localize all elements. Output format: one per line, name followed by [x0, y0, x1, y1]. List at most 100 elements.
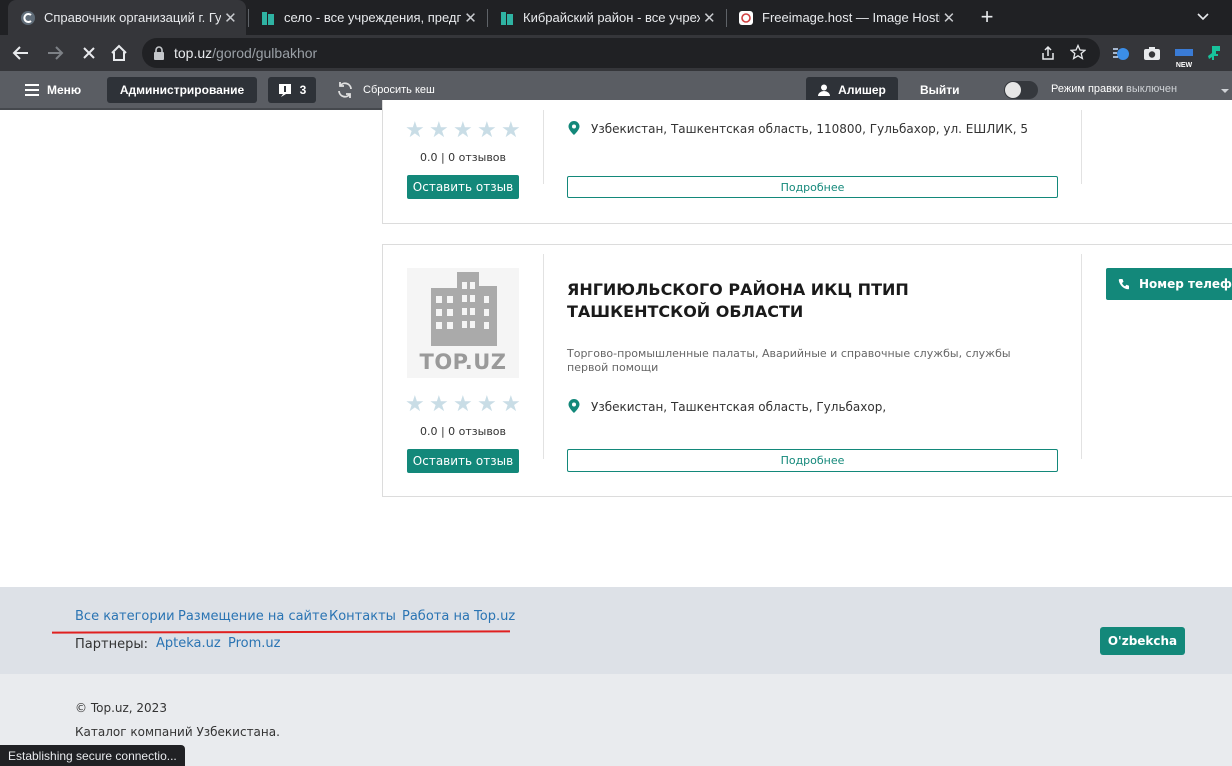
hamburger-menu-icon[interactable]	[25, 84, 39, 96]
divider	[543, 254, 544, 459]
image-host-icon	[739, 10, 753, 25]
location-pin-icon	[568, 399, 580, 413]
close-tab-icon[interactable]: ✕	[461, 9, 480, 27]
partner-link-prom[interactable]: Prom.uz	[228, 636, 280, 651]
star-icon[interactable]: ★	[501, 120, 521, 142]
phone-number-button[interactable]: Номер телефона	[1106, 268, 1232, 300]
chevron-down-icon[interactable]	[1220, 88, 1230, 94]
phone-button-label: Номер телефона	[1139, 277, 1232, 291]
forward-button[interactable]	[40, 35, 70, 71]
edit-mode-text: Режим правки	[1051, 83, 1123, 95]
star-icon[interactable]: ★	[405, 394, 425, 416]
tab-title: Справочник организаций г. Гул	[44, 10, 221, 25]
edit-mode-toggle[interactable]	[1004, 81, 1038, 99]
tab[interactable]: Кибрайский район - все учреж ✕	[487, 0, 725, 35]
tab[interactable]: Freeimage.host — Image Hosting ✕	[726, 0, 964, 35]
partner-link-apteka[interactable]: Apteka.uz	[156, 636, 221, 651]
divider	[1081, 254, 1082, 459]
building-icon	[431, 272, 497, 346]
footer-link-jobs[interactable]: Работа на Top.uz	[402, 609, 515, 624]
back-button[interactable]	[6, 35, 36, 71]
language-switch-button[interactable]: O'zbekcha	[1100, 627, 1185, 655]
bookmark-star-icon[interactable]	[1070, 44, 1086, 60]
review-count: 0 отзывов	[448, 151, 507, 164]
footer-links: Все категории Размещение на сайте Контак…	[0, 587, 1232, 674]
listing-address: Узбекистан, Ташкентская область, 110800,…	[591, 122, 1028, 136]
details-button[interactable]: Подробнее	[567, 176, 1058, 198]
star-icon[interactable]: ★	[477, 394, 497, 416]
rating-value: 0.0	[419, 151, 438, 164]
star-icon[interactable]: ★	[501, 394, 521, 416]
footer-bottom: © Top.uz, 2023 Каталог компаний Узбекист…	[0, 674, 1232, 766]
tab[interactable]: село - все учреждения, предпр ✕	[248, 0, 486, 35]
listing-categories: Торгово-промышленные палаты, Аварийные и…	[567, 347, 1011, 374]
menu-button[interactable]: Меню	[47, 83, 81, 97]
share-icon[interactable]	[1040, 45, 1056, 61]
close-tab-icon[interactable]: ✕	[221, 9, 240, 27]
review-count: 0 отзывов	[448, 425, 507, 438]
browser-tab-strip: Справочник организаций г. Гул ✕ село - в…	[0, 0, 1232, 35]
rating-summary: 0.0 | 0 отзывов	[419, 425, 507, 438]
rating-summary: 0.0 | 0 отзывов	[419, 151, 507, 164]
lock-icon	[154, 46, 164, 60]
leave-review-button[interactable]: Оставить отзыв	[407, 175, 519, 199]
dino-extension-icon[interactable]	[1205, 44, 1223, 62]
tab-title: Кибрайский район - все учреж	[523, 10, 700, 25]
new-extension-icon[interactable]: NEW	[1172, 43, 1196, 69]
extension-icon[interactable]	[1112, 45, 1130, 61]
red-underline-annotation	[51, 630, 511, 634]
home-icon	[111, 44, 127, 61]
browser-status-bar: Establishing secure connectio...	[0, 745, 185, 766]
refresh-icon[interactable]	[336, 81, 354, 99]
address-bar[interactable]: top.uz/gorod/gulbakhor	[142, 38, 1100, 68]
divider	[543, 110, 544, 184]
leave-review-button[interactable]: Оставить отзыв	[407, 449, 519, 473]
url-text: top.uz/gorod/gulbakhor	[174, 45, 317, 61]
tagline: Каталог компаний Узбекистана.	[75, 725, 280, 739]
star-icon[interactable]: ★	[453, 120, 473, 142]
stop-loading-button[interactable]	[74, 35, 104, 71]
notification-icon	[278, 84, 291, 97]
footer-link-placement[interactable]: Размещение на сайте	[178, 609, 328, 624]
star-icon[interactable]: ★	[405, 120, 425, 142]
footer-link-contacts[interactable]: Контакты	[329, 609, 396, 624]
notifications-button[interactable]: 3	[268, 77, 316, 103]
reset-cache-button[interactable]: Сбросить кеш	[363, 84, 435, 96]
star-icon[interactable]: ★	[429, 394, 449, 416]
edit-mode-label: Режим правки выключен	[1051, 83, 1177, 95]
footer-link-categories[interactable]: Все категории	[75, 609, 175, 624]
partners-label: Партнеры:	[75, 637, 148, 652]
company-logo: TOP.UZ	[407, 268, 519, 378]
copyright: © Top.uz, 2023	[75, 701, 167, 715]
administration-button[interactable]: Администрирование	[107, 77, 257, 103]
camera-icon[interactable]	[1143, 45, 1161, 61]
arrow-right-icon	[48, 46, 64, 60]
listing-title[interactable]: ЯНГИЮЛЬСКОГО РАЙОНА ИКЦ ПТИП ТАШКЕНТСКОЙ…	[567, 279, 1037, 323]
toggle-knob	[1005, 82, 1021, 98]
close-tab-icon[interactable]: ✕	[700, 9, 719, 27]
browser-toolbar: top.uz/gorod/gulbakhor NEW	[0, 35, 1232, 71]
home-button[interactable]	[104, 35, 134, 71]
close-icon	[83, 47, 95, 59]
tab-active[interactable]: Справочник организаций г. Гул ✕	[8, 0, 246, 35]
new-badge: NEW	[1175, 62, 1193, 69]
logo-text: TOP.UZ	[419, 350, 507, 374]
star-icon[interactable]: ★	[477, 120, 497, 142]
new-tab-button[interactable]: +	[976, 6, 998, 28]
logout-button[interactable]: Выйти	[920, 83, 960, 97]
url-path: /gorod/gulbakhor	[212, 45, 318, 61]
close-tab-icon[interactable]: ✕	[940, 9, 958, 27]
phone-icon	[1118, 279, 1129, 290]
url-host: top.uz	[174, 45, 213, 61]
location-pin-icon	[568, 121, 580, 135]
building-icon	[262, 11, 274, 25]
star-icon[interactable]: ★	[429, 120, 449, 142]
site-favicon-icon	[21, 10, 35, 25]
building-icon	[501, 11, 513, 25]
divider	[1081, 110, 1082, 184]
chevron-down-icon[interactable]	[1196, 10, 1210, 24]
tab-title: Freeimage.host — Image Hosting	[762, 10, 940, 25]
star-icon[interactable]: ★	[453, 394, 473, 416]
listing-address: Узбекистан, Ташкентская область, Гульбах…	[591, 400, 887, 414]
details-button[interactable]: Подробнее	[567, 449, 1058, 472]
